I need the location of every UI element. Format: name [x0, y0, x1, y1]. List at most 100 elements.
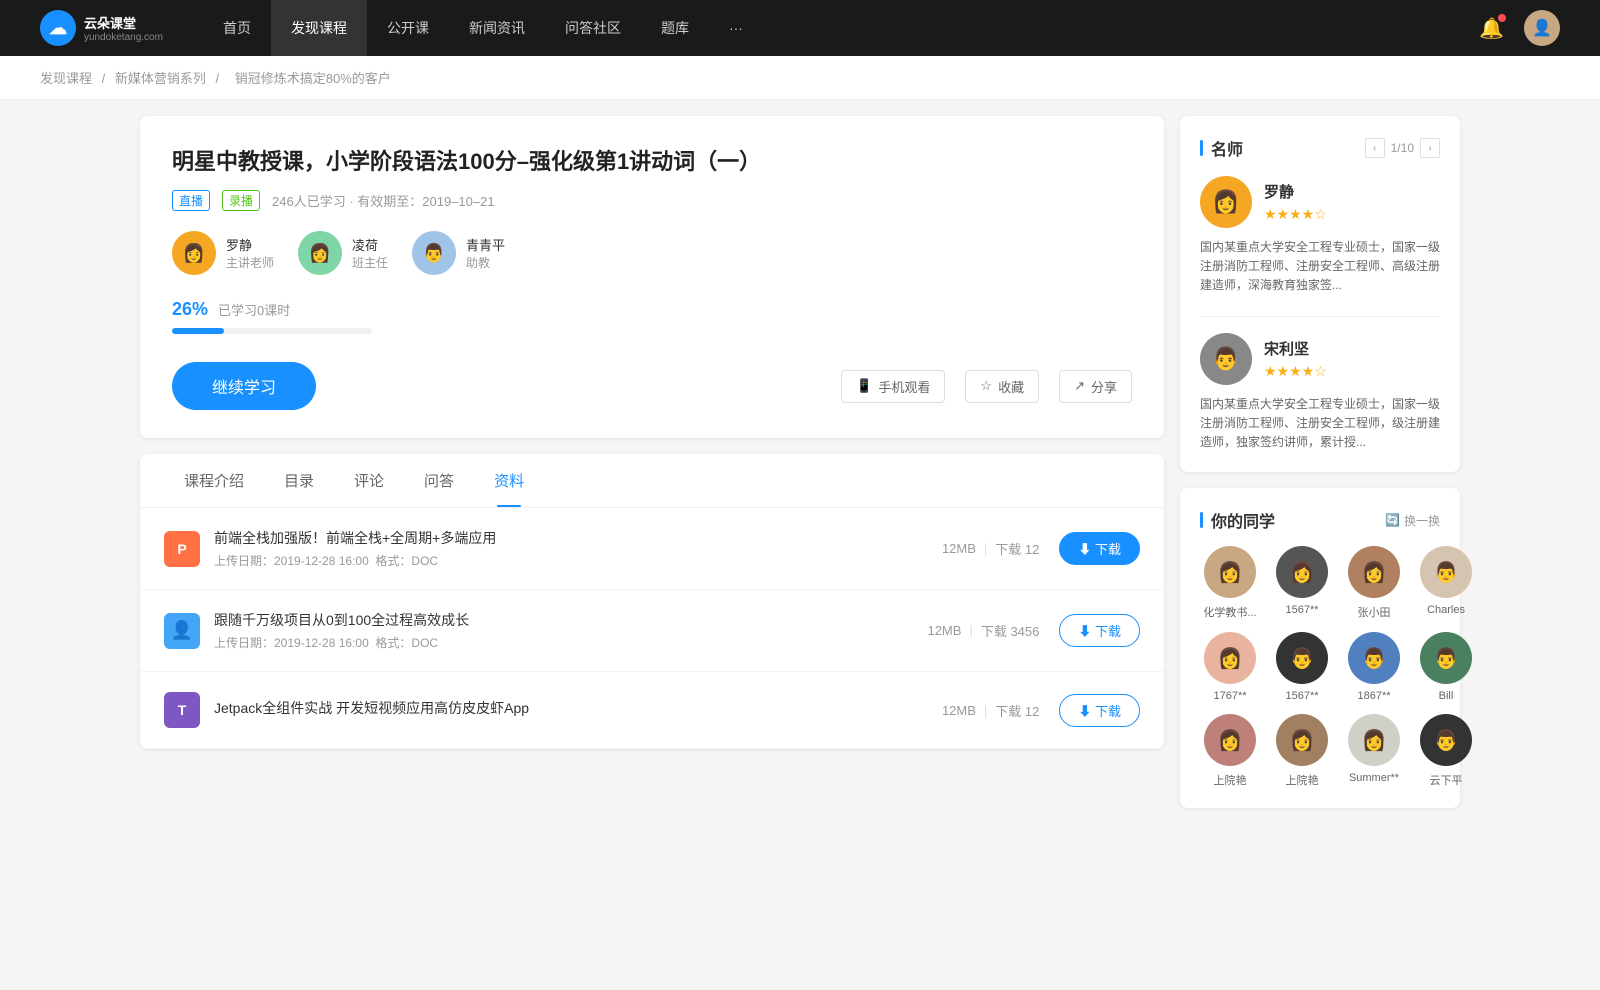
nav-quiz[interactable]: 题库 — [641, 0, 709, 56]
teacher-role-2: 助教 — [466, 254, 505, 271]
classmate-5[interactable]: 👨 1567** — [1272, 632, 1332, 702]
teacher-avatar-2: 👨 — [412, 231, 456, 275]
nav-qa[interactable]: 问答社区 — [545, 0, 641, 56]
classmate-7[interactable]: 👨 Bill — [1416, 632, 1476, 702]
teachers-list: 👩 罗静 主讲老师 👩 凌荷 班主任 👨 青青平 — [172, 231, 1132, 275]
classmate-avatar-8: 👩 — [1204, 714, 1256, 766]
tab-header: 课程介绍 目录 评论 问答 资料 — [140, 454, 1164, 508]
download-button-2[interactable]: ⬇ 下载 — [1059, 694, 1140, 727]
resource-stats-1: 12MB | 下载 3456 — [927, 621, 1039, 640]
collect-button[interactable]: ☆ 收藏 — [965, 370, 1039, 403]
nav-discover[interactable]: 发现课程 — [271, 0, 367, 56]
nav-open[interactable]: 公开课 — [367, 0, 449, 56]
progress-percent: 26% — [172, 299, 208, 320]
resource-icon-0: P — [164, 531, 200, 567]
tab-review[interactable]: 评论 — [334, 454, 404, 507]
tab-qa[interactable]: 问答 — [404, 454, 474, 507]
sidebar: 名师 ‹ 1/10 › 👩 罗静 ★★★★☆ 国 — [1180, 116, 1460, 824]
course-actions: 继续学习 📱 手机观看 ☆ 收藏 ↗ 分享 — [172, 362, 1132, 410]
refresh-classmates-button[interactable]: 🔄 换一换 — [1385, 512, 1440, 529]
teachers-next-button[interactable]: › — [1420, 138, 1440, 158]
logo-icon: ☁ — [40, 10, 76, 46]
resource-name-1: 跟随千万级项目从0到100全过程高效成长 — [214, 610, 927, 630]
continue-learning-button[interactable]: 继续学习 — [172, 362, 316, 410]
teacher-card-avatar-0: 👩 — [1200, 176, 1252, 228]
share-button[interactable]: ↗ 分享 — [1059, 370, 1132, 403]
breadcrumb-series[interactable]: 新媒体营销系列 — [115, 71, 206, 86]
classmate-9[interactable]: 👩 上院艳 — [1272, 714, 1332, 788]
teachers-panel-title: 名师 — [1200, 136, 1243, 160]
classmate-avatar-6: 👨 — [1348, 632, 1400, 684]
classmate-2[interactable]: 👩 张小田 — [1344, 546, 1404, 620]
header: ☁ 云朵课堂 yundoketang.com 首页 发现课程 公开课 新闻资讯 … — [0, 0, 1600, 56]
tab-resource[interactable]: 资料 — [474, 454, 544, 507]
classmate-6[interactable]: 👨 1867** — [1344, 632, 1404, 702]
logo[interactable]: ☁ 云朵课堂 yundoketang.com — [40, 10, 163, 46]
breadcrumb-discover[interactable]: 发现课程 — [40, 71, 92, 86]
resource-meta-1: 上传日期：2019-12-28 16:00 格式：DOC — [214, 634, 927, 651]
classmate-name-4: 1767** — [1200, 690, 1260, 702]
teacher-name-2: 青青平 — [466, 235, 505, 254]
nav-news[interactable]: 新闻资讯 — [449, 0, 545, 56]
resource-stats-2: 12MB | 下载 12 — [942, 701, 1039, 720]
teacher-card-name-0: 罗静 — [1264, 181, 1327, 202]
user-avatar[interactable]: 👤 — [1524, 10, 1560, 46]
mobile-icon: 📱 — [856, 378, 872, 394]
course-title: 明星中教授课，小学阶段语法100分–强化级第1讲动词（一） — [172, 144, 1132, 176]
teachers-panel: 名师 ‹ 1/10 › 👩 罗静 ★★★★☆ 国 — [1180, 116, 1460, 472]
nav-more[interactable]: ··· — [709, 0, 763, 56]
nav-home[interactable]: 首页 — [203, 0, 271, 56]
main-layout: 明星中教授课，小学阶段语法100分–强化级第1讲动词（一） 直播 录播 246人… — [100, 100, 1500, 840]
teachers-prev-button[interactable]: ‹ — [1365, 138, 1385, 158]
logo-text: 云朵课堂 yundoketang.com — [84, 13, 163, 43]
classmate-10[interactable]: 👩 Summer** — [1344, 714, 1404, 788]
main-content: 明星中教授课，小学阶段语法100分–强化级第1讲动词（一） 直播 录播 246人… — [140, 116, 1164, 824]
classmate-name-10: Summer** — [1344, 772, 1404, 784]
classmate-avatar-11: 👨 — [1420, 714, 1472, 766]
teacher-role-1: 班主任 — [352, 254, 388, 271]
download-button-0[interactable]: ⬇ 下载 — [1059, 532, 1140, 565]
course-meta: 直播 录播 246人已学习 · 有效期至：2019–10–21 — [172, 190, 1132, 211]
classmate-8[interactable]: 👩 上院艳 — [1200, 714, 1260, 788]
teacher-card-0: 👩 罗静 ★★★★☆ 国内某重点大学安全工程专业硕士，国家一级注册消防工程师、注… — [1200, 176, 1440, 296]
resource-item-1: 👤 跟随千万级项目从0到100全过程高效成长 上传日期：2019-12-28 1… — [140, 590, 1164, 672]
teacher-avatar-1: 👩 — [298, 231, 342, 275]
classmate-0[interactable]: 👩 化学教书... — [1200, 546, 1260, 620]
star-icon: ☆ — [980, 378, 992, 394]
mobile-view-button[interactable]: 📱 手机观看 — [841, 370, 945, 403]
course-meta-text: 246人已学习 · 有效期至：2019–10–21 — [272, 191, 495, 210]
badge-record: 录播 — [222, 190, 260, 211]
classmate-3[interactable]: 👨 Charles — [1416, 546, 1476, 620]
progress-section: 26% 已学习0课时 — [172, 299, 1132, 334]
teacher-stars-1: ★★★★☆ — [1264, 363, 1327, 380]
classmate-name-7: Bill — [1416, 690, 1476, 702]
classmate-name-5: 1567** — [1272, 690, 1332, 702]
classmate-name-9: 上院艳 — [1272, 772, 1332, 788]
classmate-1[interactable]: 👩 1567** — [1272, 546, 1332, 620]
teacher-2: 👨 青青平 助教 — [412, 231, 505, 275]
course-card: 明星中教授课，小学阶段语法100分–强化级第1讲动词（一） 直播 录播 246人… — [140, 116, 1164, 438]
download-button-1[interactable]: ⬇ 下载 — [1059, 614, 1140, 647]
classmate-4[interactable]: 👩 1767** — [1200, 632, 1260, 702]
teacher-1: 👩 凌荷 班主任 — [298, 231, 388, 275]
classmate-11[interactable]: 👨 云下平 — [1416, 714, 1476, 788]
tab-catalog[interactable]: 目录 — [264, 454, 334, 507]
classmates-grid: 👩 化学教书... 👩 1567** 👩 张小田 👨 Charles 👩 — [1200, 546, 1440, 788]
classmate-avatar-5: 👨 — [1276, 632, 1328, 684]
resource-item-0: P 前端全栈加强版！前端全栈+全周期+多端应用 上传日期：2019-12-28 … — [140, 508, 1164, 590]
tab-intro[interactable]: 课程介绍 — [164, 454, 264, 507]
resource-meta-0: 上传日期：2019-12-28 16:00 格式：DOC — [214, 552, 942, 569]
classmate-name-11: 云下平 — [1416, 772, 1476, 788]
teacher-0: 👩 罗静 主讲老师 — [172, 231, 274, 275]
classmate-name-8: 上院艳 — [1200, 772, 1260, 788]
resource-item-2: T Jetpack全组件实战 开发短视频应用高仿皮皮虾App 12MB | 下载… — [140, 672, 1164, 749]
notification-bell[interactable]: 🔔 — [1479, 16, 1504, 41]
teacher-card-1: 👨 宋利坚 ★★★★☆ 国内某重点大学安全工程专业硕士，国家一级注册消防工程师、… — [1200, 333, 1440, 453]
classmate-name-1: 1567** — [1272, 604, 1332, 616]
breadcrumb: 发现课程 / 新媒体营销系列 / 销冠修炼术搞定80%的客户 — [0, 56, 1600, 100]
breadcrumb-current: 销冠修炼术搞定80%的客户 — [235, 71, 391, 86]
classmate-avatar-10: 👩 — [1348, 714, 1400, 766]
classmate-avatar-7: 👨 — [1420, 632, 1472, 684]
teacher-stars-0: ★★★★☆ — [1264, 206, 1327, 223]
resource-name-0: 前端全栈加强版！前端全栈+全周期+多端应用 — [214, 528, 942, 548]
